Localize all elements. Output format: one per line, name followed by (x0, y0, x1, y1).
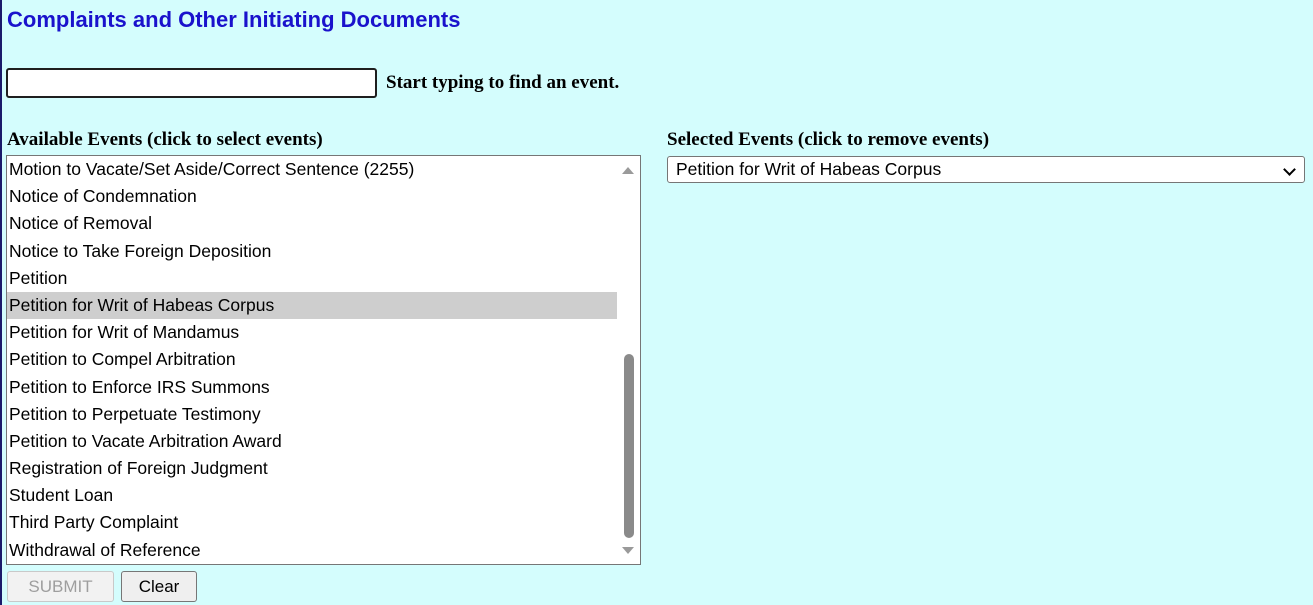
clear-button[interactable]: Clear (121, 571, 197, 602)
selected-events-heading: Selected Events (click to remove events) (667, 129, 990, 150)
scroll-down-arrow-icon[interactable] (622, 547, 634, 554)
submit-button[interactable]: SUBMIT (7, 571, 114, 602)
available-event-option[interactable]: Petition to Enforce IRS Summons (7, 374, 617, 401)
available-event-option[interactable]: Petition to Perpetuate Testimony (7, 401, 617, 428)
available-event-option[interactable]: Withdrawal of Reference (7, 537, 617, 564)
available-event-option[interactable]: Petition (7, 265, 617, 292)
available-event-option[interactable]: Petition to Compel Arbitration (7, 346, 617, 373)
available-event-option[interactable]: Notice to Take Foreign Deposition (7, 238, 617, 265)
available-events-items: Motion to Vacate/Set Aside/Correct Sente… (7, 156, 617, 564)
available-events-listbox[interactable]: Motion to Vacate/Set Aside/Correct Sente… (6, 155, 641, 565)
selected-event-value: Petition for Writ of Habeas Corpus (676, 159, 942, 179)
scroll-up-arrow-icon[interactable] (622, 167, 634, 174)
frame-border (0, 0, 2, 605)
available-event-option[interactable]: Notice of Condemnation (7, 183, 617, 210)
available-event-option[interactable]: Petition for Writ of Mandamus (7, 319, 617, 346)
selected-events-select[interactable]: Petition for Writ of Habeas Corpus (667, 156, 1305, 183)
available-event-option[interactable]: Third Party Complaint (7, 509, 617, 536)
listbox-scrollbar[interactable] (617, 156, 640, 564)
available-event-option[interactable]: Petition for Writ of Habeas Corpus (7, 291, 617, 320)
chevron-down-icon (1283, 163, 1296, 176)
available-event-option[interactable]: Registration of Foreign Judgment (7, 455, 617, 482)
available-events-heading: Available Events (click to select events… (7, 129, 323, 150)
page-title: Complaints and Other Initiating Document… (7, 7, 461, 32)
scroll-thumb[interactable] (624, 354, 634, 538)
available-event-option[interactable]: Petition to Vacate Arbitration Award (7, 428, 617, 455)
available-event-option[interactable]: Notice of Removal (7, 210, 617, 237)
available-event-option[interactable]: Student Loan (7, 482, 617, 509)
available-event-option[interactable]: Motion to Vacate/Set Aside/Correct Sente… (7, 156, 617, 183)
search-hint: Start typing to find an event. (386, 72, 620, 93)
event-search-input[interactable] (6, 68, 377, 98)
